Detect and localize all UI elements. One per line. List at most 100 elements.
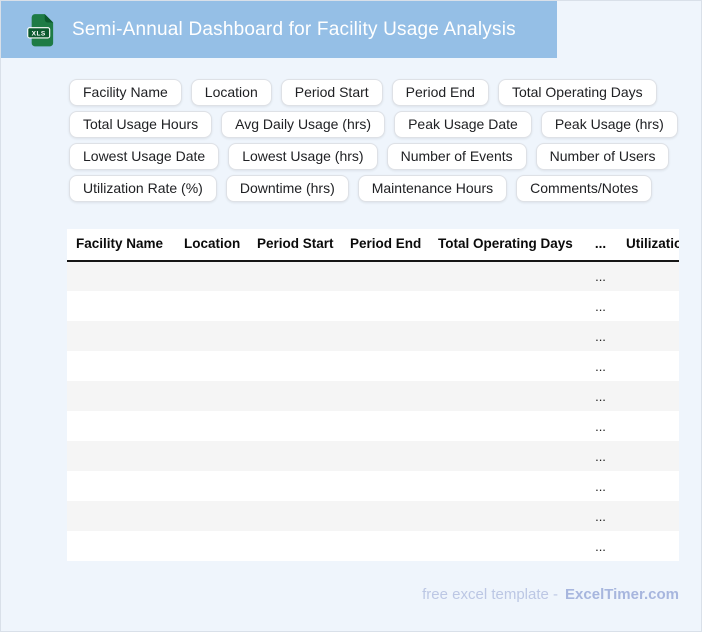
chip-facility-name[interactable]: Facility Name (69, 79, 182, 106)
table-cell (617, 381, 679, 411)
chip-total-usage-hours[interactable]: Total Usage Hours (69, 111, 213, 138)
footer: free excel template - ExcelTimer.com (67, 586, 679, 603)
table-cell (617, 351, 679, 381)
table-cell (67, 261, 175, 291)
table-cell (248, 501, 341, 531)
preview-table: Facility Name Location Period Start Period … (67, 229, 679, 561)
chip-lowest-usage-hrs[interactable]: Lowest Usage (hrs) (228, 143, 378, 170)
table-cell (248, 471, 341, 501)
table-row: ... (67, 261, 679, 291)
table-cell (429, 291, 584, 321)
column-header-location: Location (175, 229, 248, 262)
table-cell-ellipsis: ... (595, 508, 606, 524)
table-cell (67, 501, 175, 531)
chip-period-end[interactable]: Period End (391, 79, 489, 106)
table-cell (341, 381, 429, 411)
chip-maintenance-hours[interactable]: Maintenance Hours (357, 175, 508, 202)
table-row: ... (67, 351, 679, 381)
table-cell (341, 291, 429, 321)
column-header-facility-name: Facility Name (67, 229, 175, 262)
table-cell (67, 291, 175, 321)
table-cell (248, 411, 341, 441)
table-cell (175, 321, 248, 351)
table-cell-ellipsis: ... (595, 418, 606, 434)
xls-file-icon: XLS (27, 13, 54, 46)
file-label-text: XLS (32, 30, 46, 37)
table-cell (429, 531, 584, 561)
table-cell (67, 321, 175, 351)
table-cell (429, 321, 584, 351)
table-cell (429, 411, 584, 441)
table-cell (341, 411, 429, 441)
table-cell (341, 501, 429, 531)
table-cell (617, 531, 679, 561)
chip-number-of-events[interactable]: Number of Events (386, 143, 527, 170)
table-cell (617, 501, 679, 531)
chip-avg-daily-usage-hrs[interactable]: Avg Daily Usage (hrs) (221, 111, 386, 138)
table-cell (248, 381, 341, 411)
table-cell (175, 501, 248, 531)
table-cell (248, 441, 341, 471)
table-cell (175, 261, 248, 291)
table-cell (429, 381, 584, 411)
table-cell (175, 531, 248, 561)
table-row: ... (67, 441, 679, 471)
table-row: ... (67, 291, 679, 321)
chip-number-of-users[interactable]: Number of Users (535, 143, 670, 170)
table-cell (67, 441, 175, 471)
table-cell (429, 501, 584, 531)
chip-downtime-hrs[interactable]: Downtime (hrs) (225, 175, 349, 202)
chip-peak-usage-hrs[interactable]: Peak Usage (hrs) (540, 111, 678, 138)
chip-peak-usage-date[interactable]: Peak Usage Date (394, 111, 532, 138)
file-fold (44, 13, 54, 23)
table-cell (341, 351, 429, 381)
titlebar: XLS Semi-Annual Dashboard for Facility U… (1, 1, 557, 58)
chips-section: Facility Name Location Period Start Period … (69, 79, 701, 202)
table-cell (429, 261, 584, 291)
column-header-period-start: Period Start (248, 229, 341, 262)
table-cell-ellipsis: ... (595, 388, 606, 404)
table-cell-ellipsis: ... (595, 298, 606, 314)
footer-tagline: free excel template - (422, 586, 559, 603)
chip-comments-notes[interactable]: Comments/Notes (516, 175, 653, 202)
column-header-utilization-rate: Utilization Rate (%) (617, 229, 679, 262)
table-cell (617, 291, 679, 321)
table-cell (248, 531, 341, 561)
chip-lowest-usage-date[interactable]: Lowest Usage Date (69, 143, 220, 170)
table-header-row: Facility Name Location Period Start Period … (67, 229, 679, 262)
chip-utilization-rate[interactable]: Utilization Rate (%) (69, 175, 217, 202)
chip-period-start[interactable]: Period Start (280, 79, 383, 106)
table-cell (175, 441, 248, 471)
chip-location[interactable]: Location (190, 79, 272, 106)
table-cell (248, 351, 341, 381)
table-row: ... (67, 381, 679, 411)
data-table: Facility Name Location Period Start Period … (67, 229, 679, 561)
table-cell (67, 471, 175, 501)
table-cell-ellipsis: ... (595, 478, 606, 494)
table-cell (617, 441, 679, 471)
table-cell-ellipsis: ... (595, 448, 606, 464)
table-cell-ellipsis: ... (595, 358, 606, 374)
column-header-total-operating-days: Total Operating Days (429, 229, 584, 262)
table-cell (175, 351, 248, 381)
table-cell (341, 441, 429, 471)
footer-brand-link[interactable]: ExcelTimer.com (565, 586, 679, 603)
table-row: ... (67, 471, 679, 501)
table-cell (429, 441, 584, 471)
table-cell (429, 351, 584, 381)
table-cell (67, 351, 175, 381)
column-header-period-end: Period End (341, 229, 429, 262)
table-row: ... (67, 531, 679, 561)
chip-total-operating-days[interactable]: Total Operating Days (497, 79, 657, 106)
table-cell (248, 321, 341, 351)
table-cell (175, 471, 248, 501)
table-cell (67, 531, 175, 561)
chip-row: Facility Name Location Period Start Period … (69, 79, 701, 106)
table-cell (341, 471, 429, 501)
table-cell (67, 381, 175, 411)
table-cell (175, 381, 248, 411)
table-cell-ellipsis: ... (595, 269, 606, 284)
table-cell (617, 261, 679, 291)
table-cell-ellipsis: ... (595, 328, 606, 344)
table-body: .............................. (67, 261, 679, 561)
